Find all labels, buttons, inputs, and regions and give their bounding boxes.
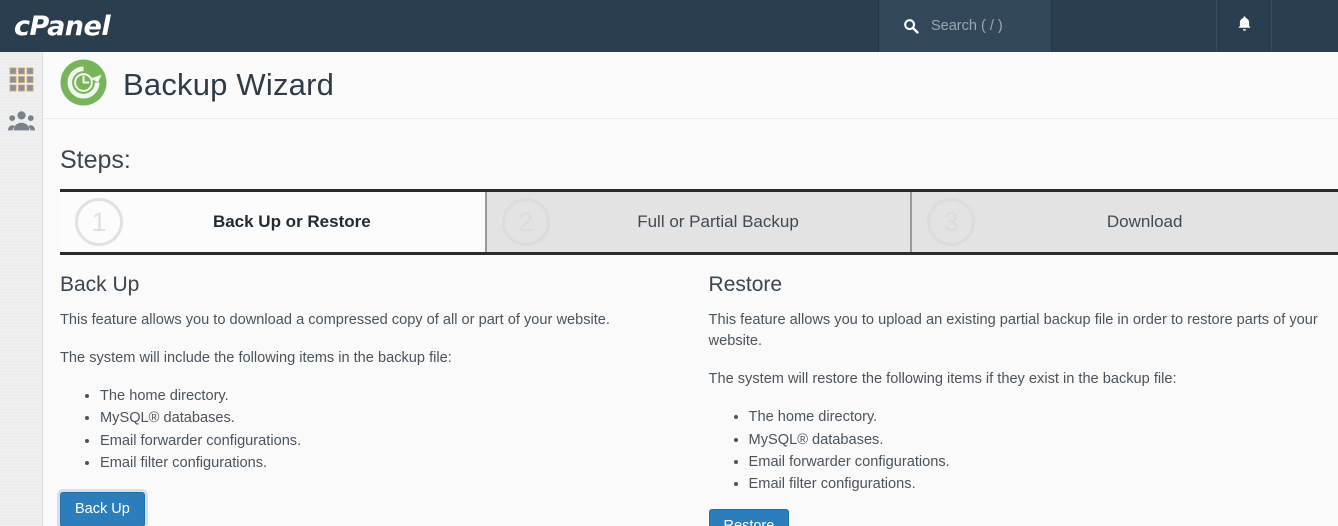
page-header: Backup Wizard (44, 52, 1338, 119)
list-item: The home directory. (749, 407, 1338, 428)
step-number-3: 3 (927, 198, 976, 246)
steps-heading: Steps: (60, 146, 131, 174)
restore-button-row: Restore (708, 509, 1338, 526)
backup-column: Back Up This feature allows you to downl… (60, 273, 709, 526)
backup-intro-text: This feature allows you to download a co… (60, 312, 610, 328)
tab-step-3[interactable]: 3 Download (912, 192, 1338, 252)
list-item: Email forwarder configurations. (749, 452, 1338, 473)
steps-tablist: 1 Back Up or Restore 2 Full or Partial B… (60, 189, 1338, 255)
backup-items-list: The home directory. MySQL® databases. Em… (60, 386, 685, 474)
search-icon (903, 18, 919, 34)
list-item: The home directory. (100, 386, 685, 407)
page-container: Backup Wizard Steps: 1 Back Up or Restor… (44, 52, 1338, 526)
restore-list-intro-text: The system will restore the following it… (708, 371, 1177, 388)
restore-heading: Restore (708, 273, 783, 296)
backup-restore-clock-icon (60, 59, 107, 111)
tab-step-1-label: Back Up or Restore (212, 212, 371, 231)
left-icon-rail (0, 52, 43, 526)
tab-step-2[interactable]: 2 Full or Partial Backup (486, 192, 913, 252)
step-number-2: 2 (501, 198, 550, 246)
backup-heading: Back Up (60, 273, 140, 296)
search-placeholder-text: Search ( / ) (931, 18, 1003, 34)
cpanel-logo[interactable]: cPanel (14, 11, 111, 42)
back-up-button[interactable]: Back Up (60, 491, 145, 526)
notifications-button[interactable] (1216, 0, 1272, 52)
list-item: Email filter configurations. (100, 453, 685, 474)
grid-apps-icon[interactable] (9, 67, 34, 92)
users-group-icon[interactable] (7, 110, 35, 131)
restore-button[interactable]: Restore (708, 509, 790, 526)
top-header-bar: cPanel Search ( / ) (0, 0, 1338, 52)
list-item: Email filter configurations. (749, 474, 1338, 495)
restore-intro-text: This feature allows you to upload an exi… (708, 312, 1318, 350)
backup-list-intro-text: The system will include the following it… (60, 350, 452, 367)
list-item: Email forwarder configurations. (100, 431, 685, 452)
logo-area: cPanel (0, 0, 878, 52)
tab-step-1[interactable]: 1 Back Up or Restore (60, 192, 487, 252)
tab-step-2-label: Full or Partial Backup (637, 212, 799, 231)
backup-button-row: Back Up (60, 491, 685, 526)
restore-items-list: The home directory. MySQL® databases. Em… (709, 407, 1338, 495)
list-item: MySQL® databases. (749, 430, 1338, 451)
header-end-region (1272, 0, 1338, 52)
step-number-1: 1 (75, 198, 123, 246)
page-content: Steps: 1 Back Up or Restore 2 Full or Pa… (44, 146, 1338, 526)
columns-wrapper: Back Up This feature allows you to downl… (60, 273, 1338, 526)
search-input[interactable]: Search ( / ) (878, 0, 1052, 52)
header-spacer (1052, 0, 1216, 52)
tab-step-3-label: Download (1106, 212, 1183, 231)
bell-icon (1236, 15, 1253, 38)
restore-column: Restore This feature allows you to uploa… (708, 273, 1338, 526)
list-item: MySQL® databases. (100, 408, 685, 429)
page-title: Backup Wizard (123, 67, 335, 102)
